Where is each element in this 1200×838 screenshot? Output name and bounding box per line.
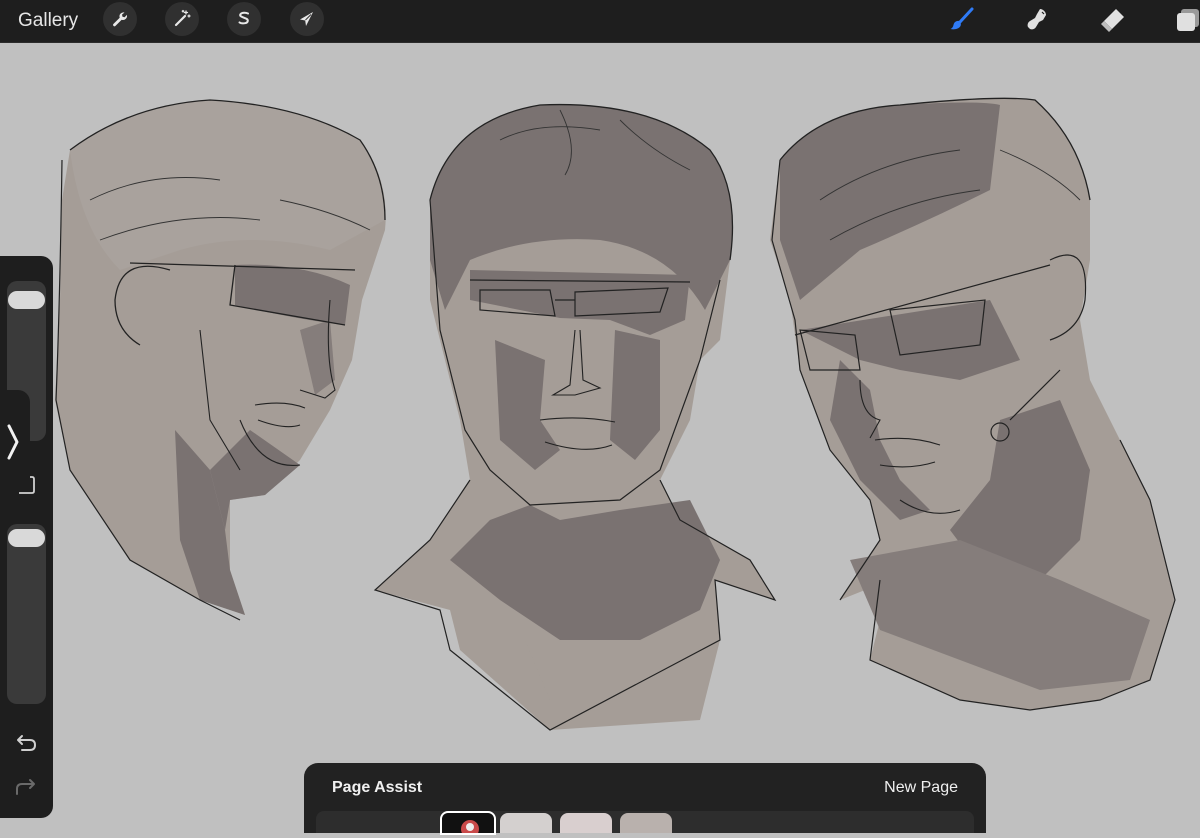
arrow-cursor-icon <box>300 12 313 26</box>
page-thumbnail-4[interactable] <box>620 813 672 833</box>
left-head-drawing <box>55 99 386 621</box>
left-sidebar <box>0 256 53 818</box>
new-page-button[interactable]: New Page <box>884 779 958 797</box>
selection-button[interactable] <box>227 2 261 36</box>
redo-button[interactable] <box>12 774 40 802</box>
brush-size-slider-thumb[interactable] <box>8 291 45 309</box>
sidebar-expand-tab[interactable] <box>0 390 30 490</box>
thumbnail-image <box>461 820 479 838</box>
magic-wand-icon <box>174 9 191 27</box>
page-thumbnails <box>316 811 974 838</box>
page-assist-title: Page Assist <box>332 779 423 796</box>
center-head-drawing <box>373 103 777 731</box>
top-toolbar: Gallery <box>0 0 1200 43</box>
sketch-artwork <box>55 97 1176 731</box>
undo-button[interactable] <box>12 730 40 758</box>
gallery-button[interactable]: Gallery <box>18 6 78 36</box>
wrench-icon <box>113 12 128 27</box>
undo-icon <box>17 735 37 751</box>
opacity-slider-thumb[interactable] <box>8 529 45 547</box>
transform-button[interactable] <box>290 2 324 36</box>
smudge-icon <box>1027 9 1046 30</box>
brush-icon <box>950 7 974 30</box>
eraser-button[interactable] <box>1097 4 1129 36</box>
redo-icon <box>16 779 35 795</box>
layers-button[interactable] <box>1172 4 1200 36</box>
opacity-slider-track[interactable] <box>7 524 46 704</box>
eraser-icon <box>1101 9 1124 32</box>
page-assist-panel: Page Assist New Page <box>304 763 986 838</box>
right-head-drawing <box>770 97 1176 711</box>
page-thumbnail-2[interactable] <box>500 813 552 833</box>
chevron-right-icon <box>7 424 19 460</box>
adjustments-button[interactable] <box>165 2 199 36</box>
actions-button[interactable] <box>103 2 137 36</box>
page-thumbnail-3[interactable] <box>560 813 612 833</box>
brush-button[interactable] <box>946 4 978 36</box>
drawing-canvas[interactable] <box>0 43 1200 826</box>
page-thumbnail-1[interactable] <box>440 811 496 838</box>
layers-icon <box>1177 9 1199 31</box>
selection-s-icon <box>238 11 249 25</box>
smudge-button[interactable] <box>1022 4 1054 36</box>
